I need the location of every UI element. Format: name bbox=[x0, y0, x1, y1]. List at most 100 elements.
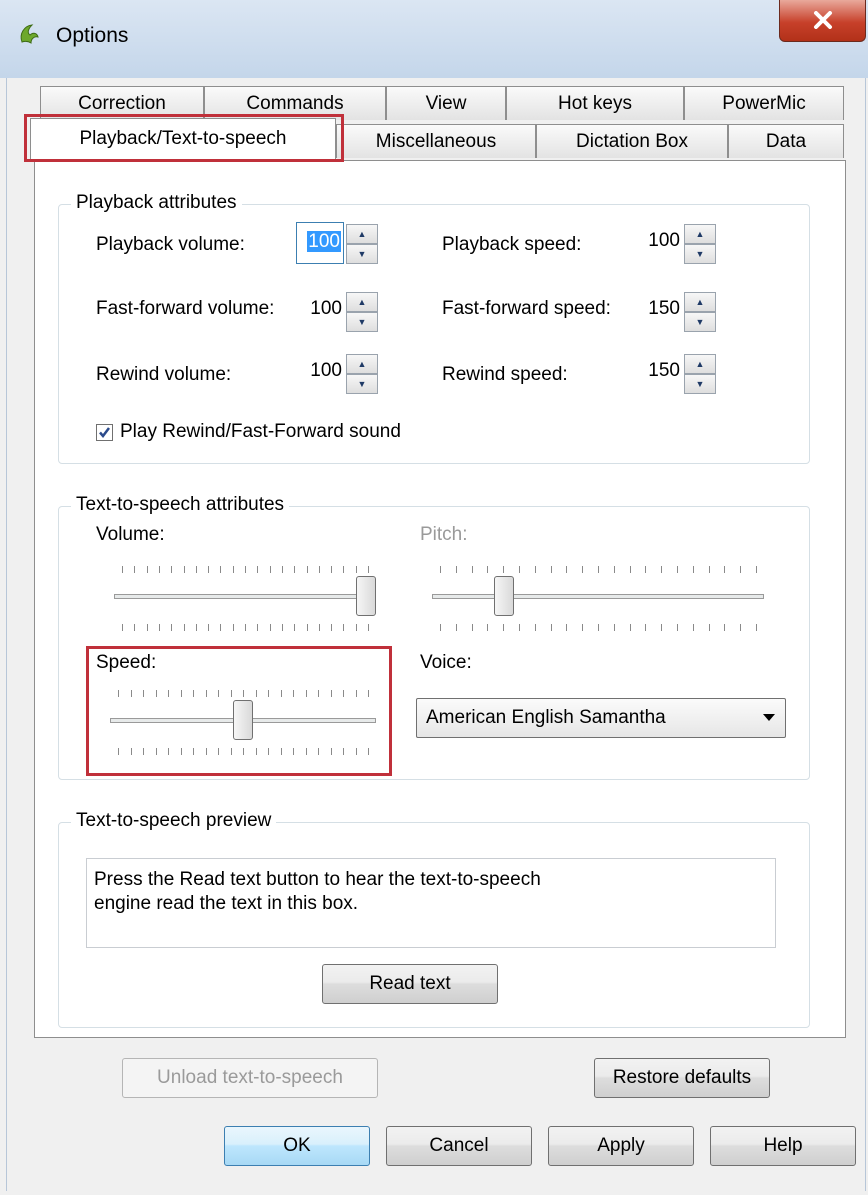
slider-tick bbox=[661, 566, 662, 573]
spin-up-icon[interactable]: ▲ bbox=[346, 354, 378, 374]
spin-up-icon[interactable]: ▲ bbox=[684, 224, 716, 244]
slider-tick bbox=[472, 624, 473, 631]
playback-volume-spinner[interactable]: 100 ▲ ▼ bbox=[296, 222, 388, 264]
play-rewind-ff-sound-label[interactable]: Play Rewind/Fast-Forward sound bbox=[120, 421, 401, 443]
spinner-value[interactable]: 150 bbox=[634, 290, 682, 332]
slider-tick bbox=[343, 566, 344, 573]
spinner-value[interactable]: 150 bbox=[634, 352, 682, 394]
spin-down-icon[interactable]: ▼ bbox=[346, 312, 378, 332]
tab-label: Data bbox=[765, 131, 807, 152]
slider-tick bbox=[566, 624, 567, 631]
preview-text-box[interactable]: Press the Read text button to hear the t… bbox=[86, 858, 776, 948]
play-rewind-ff-sound-checkbox[interactable] bbox=[96, 424, 113, 441]
slider-tick bbox=[122, 566, 123, 573]
options-window: Options Correction Commands View Hot key… bbox=[0, 0, 868, 1195]
slider-tick bbox=[147, 566, 148, 573]
slider-tick bbox=[307, 566, 308, 573]
apply-button[interactable]: Apply bbox=[548, 1126, 694, 1166]
spin-down-icon[interactable]: ▼ bbox=[346, 244, 378, 264]
tts-pitch-slider bbox=[432, 566, 764, 636]
spin-down-icon[interactable]: ▼ bbox=[684, 312, 716, 332]
rewind-speed-spinner[interactable]: 150 ▲ ▼ bbox=[634, 352, 726, 394]
slider-tick bbox=[171, 566, 172, 573]
tab-label: PowerMic bbox=[722, 93, 806, 114]
slider-tick bbox=[487, 566, 488, 573]
slider-tick bbox=[159, 624, 160, 631]
help-button[interactable]: Help bbox=[710, 1126, 856, 1166]
spin-up-icon[interactable]: ▲ bbox=[346, 292, 378, 312]
tab-label: Hot keys bbox=[558, 93, 632, 114]
tab-data[interactable]: Data bbox=[728, 124, 844, 158]
slider-tick bbox=[331, 566, 332, 573]
slider-tick bbox=[343, 624, 344, 631]
tab-dictation-box[interactable]: Dictation Box bbox=[536, 124, 728, 158]
slider-tick bbox=[614, 624, 615, 631]
tab-view[interactable]: View bbox=[386, 86, 506, 120]
read-text-button[interactable]: Read text bbox=[322, 964, 498, 1004]
spin-down-icon[interactable]: ▼ bbox=[346, 374, 378, 394]
slider-tick bbox=[551, 566, 552, 573]
slider-thumb[interactable] bbox=[356, 576, 376, 616]
slider-tick bbox=[630, 624, 631, 631]
tts-volume-slider[interactable] bbox=[114, 566, 376, 636]
voice-dropdown[interactable]: American English Samantha bbox=[416, 698, 786, 738]
slider-tick bbox=[356, 624, 357, 631]
slider-tick bbox=[257, 624, 258, 631]
group-label: Playback attributes bbox=[71, 192, 242, 214]
spinner-value[interactable]: 100 bbox=[634, 222, 682, 264]
slider-ticks-top bbox=[122, 566, 369, 574]
tab-hot-keys[interactable]: Hot keys bbox=[506, 86, 684, 120]
slider-tick bbox=[233, 624, 234, 631]
close-button[interactable] bbox=[779, 0, 866, 42]
spinner-value-text: 150 bbox=[648, 298, 680, 319]
playback-speed-spinner[interactable]: 100 ▲ ▼ bbox=[634, 222, 726, 264]
slider-thumb bbox=[494, 576, 514, 616]
spin-down-icon[interactable]: ▼ bbox=[684, 244, 716, 264]
chevron-down-icon[interactable] bbox=[763, 714, 775, 721]
slider-tick bbox=[740, 624, 741, 631]
slider-tick bbox=[257, 566, 258, 573]
rewind-volume-spinner[interactable]: 100 ▲ ▼ bbox=[296, 352, 388, 394]
slider-ticks-top bbox=[440, 566, 757, 574]
slider-tick bbox=[307, 624, 308, 631]
close-icon bbox=[814, 11, 832, 29]
slider-tick bbox=[551, 624, 552, 631]
spinner-value-text: 100 bbox=[310, 360, 342, 381]
slider-tick bbox=[472, 566, 473, 573]
spin-up-icon[interactable]: ▲ bbox=[684, 354, 716, 374]
spinner-value[interactable]: 100 bbox=[296, 290, 344, 332]
ok-button[interactable]: OK bbox=[224, 1126, 370, 1166]
slider-tick bbox=[693, 624, 694, 631]
slider-tick bbox=[440, 624, 441, 631]
spin-up-icon[interactable]: ▲ bbox=[346, 224, 378, 244]
tab-highlight-annotation bbox=[24, 114, 344, 162]
fast-forward-volume-spinner[interactable]: 100 ▲ ▼ bbox=[296, 290, 388, 332]
slider-tick bbox=[220, 624, 221, 631]
spinner-value-text: 100 bbox=[307, 231, 341, 252]
slider-tick bbox=[331, 624, 332, 631]
slider-tick bbox=[184, 566, 185, 573]
speed-highlight-annotation bbox=[86, 646, 392, 776]
group-label: Text-to-speech preview bbox=[71, 810, 277, 832]
fast-forward-speed-spinner[interactable]: 150 ▲ ▼ bbox=[634, 290, 726, 332]
tab-label: Dictation Box bbox=[576, 131, 688, 152]
restore-defaults-button[interactable]: Restore defaults bbox=[594, 1058, 770, 1098]
tab-powermic[interactable]: PowerMic bbox=[684, 86, 844, 120]
spin-down-icon[interactable]: ▼ bbox=[684, 374, 716, 394]
spinner-value[interactable]: 100 bbox=[296, 222, 344, 264]
slider-tick bbox=[282, 624, 283, 631]
slider-tick bbox=[456, 566, 457, 573]
tab-miscellaneous[interactable]: Miscellaneous bbox=[336, 124, 536, 158]
slider-tick bbox=[208, 566, 209, 573]
cancel-button[interactable]: Cancel bbox=[386, 1126, 532, 1166]
slider-tick bbox=[645, 624, 646, 631]
spinner-value[interactable]: 100 bbox=[296, 352, 344, 394]
slider-tick bbox=[294, 624, 295, 631]
spin-up-icon[interactable]: ▲ bbox=[684, 292, 716, 312]
slider-track bbox=[114, 594, 376, 599]
slider-tick bbox=[456, 624, 457, 631]
slider-tick bbox=[270, 566, 271, 573]
slider-tick bbox=[630, 566, 631, 573]
slider-tick bbox=[208, 624, 209, 631]
title-bar[interactable]: Options bbox=[0, 0, 868, 78]
